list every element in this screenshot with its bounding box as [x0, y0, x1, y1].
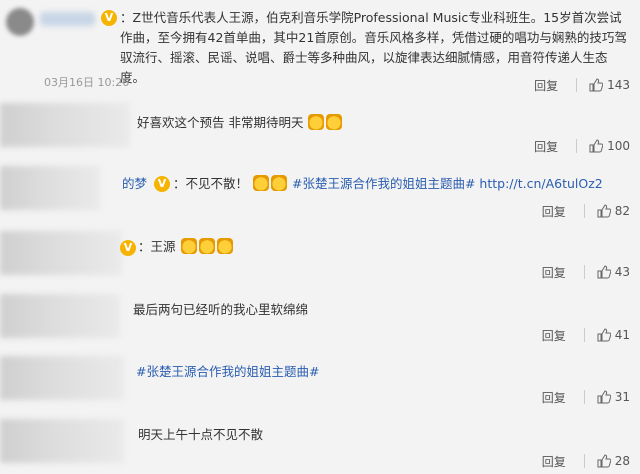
comment-text: 最后两句已经听的我心里软绵绵: [133, 302, 309, 317]
comment-text: 明天上午十点不见不散: [138, 427, 264, 442]
reply-button[interactable]: 回复: [542, 264, 566, 281]
reply-button[interactable]: 回复: [542, 203, 566, 220]
comment-body: ：王源: [138, 239, 176, 254]
topic-link[interactable]: #张楚王源合作我的姐姐主题曲# http://t.cn/A6tulOz2: [292, 176, 603, 191]
comment-text: ：不见不散！ #张楚王源合作我的姐姐主题曲# http://t.cn/A6tul…: [173, 174, 603, 194]
emoji-icon: [326, 114, 343, 130]
thumbs-up-icon: [589, 78, 604, 92]
comment-item: 明天上午十点不见不散 回复 28: [0, 413, 640, 474]
like-count: 100: [607, 139, 630, 153]
emoji-icon: [180, 238, 197, 254]
thumbs-up-icon: [597, 265, 611, 279]
reply-button[interactable]: 回复: [542, 327, 566, 344]
like-button[interactable]: 100: [589, 139, 630, 153]
comment-item: 好喜欢这个预告 非常期待明天 回复 100: [0, 97, 640, 161]
emoji-icon: [271, 175, 287, 191]
like-button[interactable]: 41: [597, 328, 630, 342]
like-count: 28: [614, 454, 630, 468]
emoji-icon: [216, 238, 233, 254]
blurred-user-area: [0, 103, 130, 147]
verified-badge-icon: V: [101, 10, 117, 26]
reply-button[interactable]: 回复: [542, 389, 566, 406]
like-button[interactable]: 143: [589, 78, 630, 92]
divider: [583, 454, 585, 468]
blurred-user-area: [0, 166, 100, 210]
emoji-icon: [308, 114, 325, 130]
like-button[interactable]: 43: [597, 265, 630, 279]
topic-link[interactable]: #张楚王源合作我的姐姐主题曲#: [136, 362, 319, 382]
thumbs-up-icon: [597, 390, 611, 404]
thumbs-up-icon: [597, 454, 611, 468]
divider: [583, 390, 585, 404]
divider: [576, 78, 578, 92]
blurred-user-area: [0, 419, 124, 463]
comment-text: 好喜欢这个预告 非常期待明天: [137, 113, 343, 133]
thumbs-up-icon: [597, 328, 611, 342]
username-tail[interactable]: 的梦: [122, 174, 147, 194]
reply-button[interactable]: 回复: [534, 77, 558, 94]
like-count: 41: [614, 328, 630, 342]
comment-body: ：不见不散！: [173, 176, 249, 191]
verified-badge-icon: V: [120, 240, 136, 256]
blurred-user-area: [0, 356, 124, 400]
emoji-icon: [198, 238, 215, 254]
like-count: 31: [614, 390, 630, 404]
divider: [583, 328, 585, 342]
avatar[interactable]: [6, 8, 34, 36]
timestamp: 03月16日 10:26: [44, 76, 130, 89]
thumbs-up-icon: [589, 139, 604, 153]
comment-item: V ：Z世代音乐代表人王源，伯克利音乐学院Professional Music专…: [0, 0, 640, 98]
reply-button[interactable]: 回复: [534, 138, 558, 155]
comment-item: V ：王源 回复 43: [0, 225, 640, 289]
comment-item: 最后两句已经听的我心里软绵绵 回复 41: [0, 288, 640, 351]
comment-item: 的梦 V ：不见不散！ #张楚王源合作我的姐姐主题曲# http://t.cn/…: [0, 160, 640, 226]
like-count: 143: [607, 78, 630, 92]
comment-text: ：王源: [138, 237, 234, 257]
divider: [583, 265, 585, 279]
divider: [576, 139, 578, 153]
comment-body: 好喜欢这个预告 非常期待明天: [137, 115, 304, 130]
username[interactable]: [40, 12, 95, 26]
thumbs-up-icon: [597, 204, 611, 218]
blurred-user-area: [0, 231, 122, 275]
emoji-icon: [253, 175, 269, 191]
divider: [583, 204, 585, 218]
verified-badge-icon: V: [154, 176, 170, 192]
reply-button[interactable]: 回复: [542, 453, 566, 470]
like-count: 43: [614, 265, 630, 279]
like-button[interactable]: 82: [597, 204, 630, 218]
like-button[interactable]: 31: [597, 390, 630, 404]
comment-item: #张楚王源合作我的姐姐主题曲# 回复 31: [0, 350, 640, 414]
like-count: 82: [614, 204, 630, 218]
like-button[interactable]: 28: [597, 454, 630, 468]
blurred-user-area: [0, 294, 120, 338]
